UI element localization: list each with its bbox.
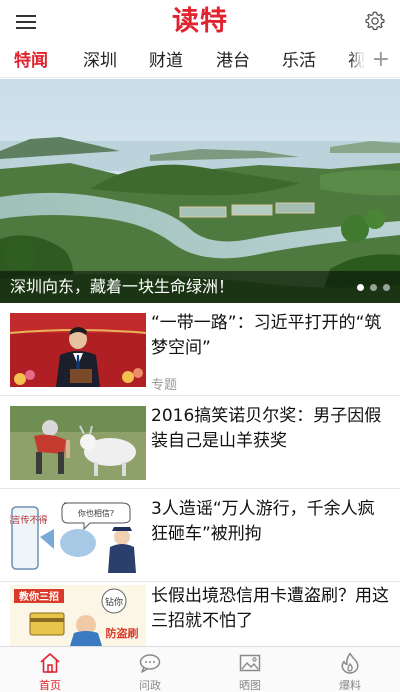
news-thumbnail: 谣言传不得 你也相信? xyxy=(10,499,146,573)
app-logo: 读特 xyxy=(172,6,228,37)
news-thumbnail xyxy=(10,313,146,387)
app-header: 读特 xyxy=(0,0,400,44)
news-item[interactable]: 2016搞笑诺贝尔奖：男子因假装自己是山羊获奖 xyxy=(0,396,400,489)
chat-bubble-icon xyxy=(139,654,161,673)
fire-icon xyxy=(341,652,359,674)
home-icon xyxy=(40,653,60,673)
add-tab-button[interactable]: + xyxy=(372,44,390,77)
tab-lifestyle[interactable]: 乐活 xyxy=(282,44,316,77)
nav-label: 首页 xyxy=(39,679,61,692)
news-item[interactable]: 谣言传不得 你也相信? 3人造谣“万人游行，千余人疯狂砸车”被刑拘 xyxy=(0,489,400,582)
category-tabs: 特闻 深圳 财道 港台 乐活 视 + xyxy=(0,44,400,78)
news-title: 长假出境恐信用卡遭盗刷？用这三招就不怕了 xyxy=(151,586,389,631)
tab-featured[interactable]: 特闻 xyxy=(14,44,48,77)
news-thumbnail xyxy=(10,406,146,480)
tab-shenzhen[interactable]: 深圳 xyxy=(83,44,117,77)
nav-photos[interactable]: 晒图 xyxy=(200,647,300,692)
thumb-text-top: 教你三招 xyxy=(18,590,59,603)
news-title: 2016搞笑诺贝尔奖：男子因假装自己是山羊获奖 xyxy=(151,406,382,451)
thumb-text-bubble: 钻你 xyxy=(105,596,123,608)
tab-hk-taiwan[interactable]: 港台 xyxy=(216,44,250,77)
news-tag: 专题 xyxy=(151,378,178,393)
news-title: 3人造谣“万人游行，千余人疯狂砸车”被刑拘 xyxy=(151,499,375,544)
gear-icon[interactable] xyxy=(364,10,386,32)
news-item[interactable]: “一带一路”：习近平打开的“筑梦空间” 专题 xyxy=(0,303,400,396)
carousel-dot[interactable] xyxy=(383,284,390,291)
news-item[interactable]: 教你三招 钻你 防盗刷 长假出境恐信用卡遭盗刷？用这三招就不怕了 xyxy=(0,582,400,646)
tab-video[interactable]: 视 xyxy=(348,44,365,77)
hero-caption: 深圳向东，藏着一块生命绿洲！ xyxy=(10,277,235,296)
thumb-text-bubble: 你也相信? xyxy=(78,508,114,518)
bottom-nav: 首页 问政 晒图 爆料 xyxy=(0,646,400,692)
news-title: “一带一路”：习近平打开的“筑梦空间” xyxy=(151,313,382,358)
carousel-dot[interactable] xyxy=(357,284,364,291)
carousel-dot[interactable] xyxy=(370,284,377,291)
nav-label: 晒图 xyxy=(239,679,261,692)
tab-finance[interactable]: 财道 xyxy=(149,44,183,77)
hero-banner[interactable]: 深圳向东，藏着一块生命绿洲！ xyxy=(0,79,400,303)
carousel-dots xyxy=(357,284,390,291)
nav-tipoff[interactable]: 爆料 xyxy=(300,647,400,692)
nav-inquiry[interactable]: 问政 xyxy=(100,647,200,692)
nav-label: 问政 xyxy=(139,679,161,692)
nav-home[interactable]: 首页 xyxy=(0,647,100,692)
thumb-text-badge: 防盗刷 xyxy=(106,626,139,640)
nav-label: 爆料 xyxy=(339,679,361,692)
image-icon xyxy=(239,654,261,672)
hero-image xyxy=(0,79,400,303)
news-thumbnail: 教你三招 钻你 防盗刷 xyxy=(10,585,146,646)
thumb-text-side: 谣言传不得 xyxy=(10,514,48,526)
